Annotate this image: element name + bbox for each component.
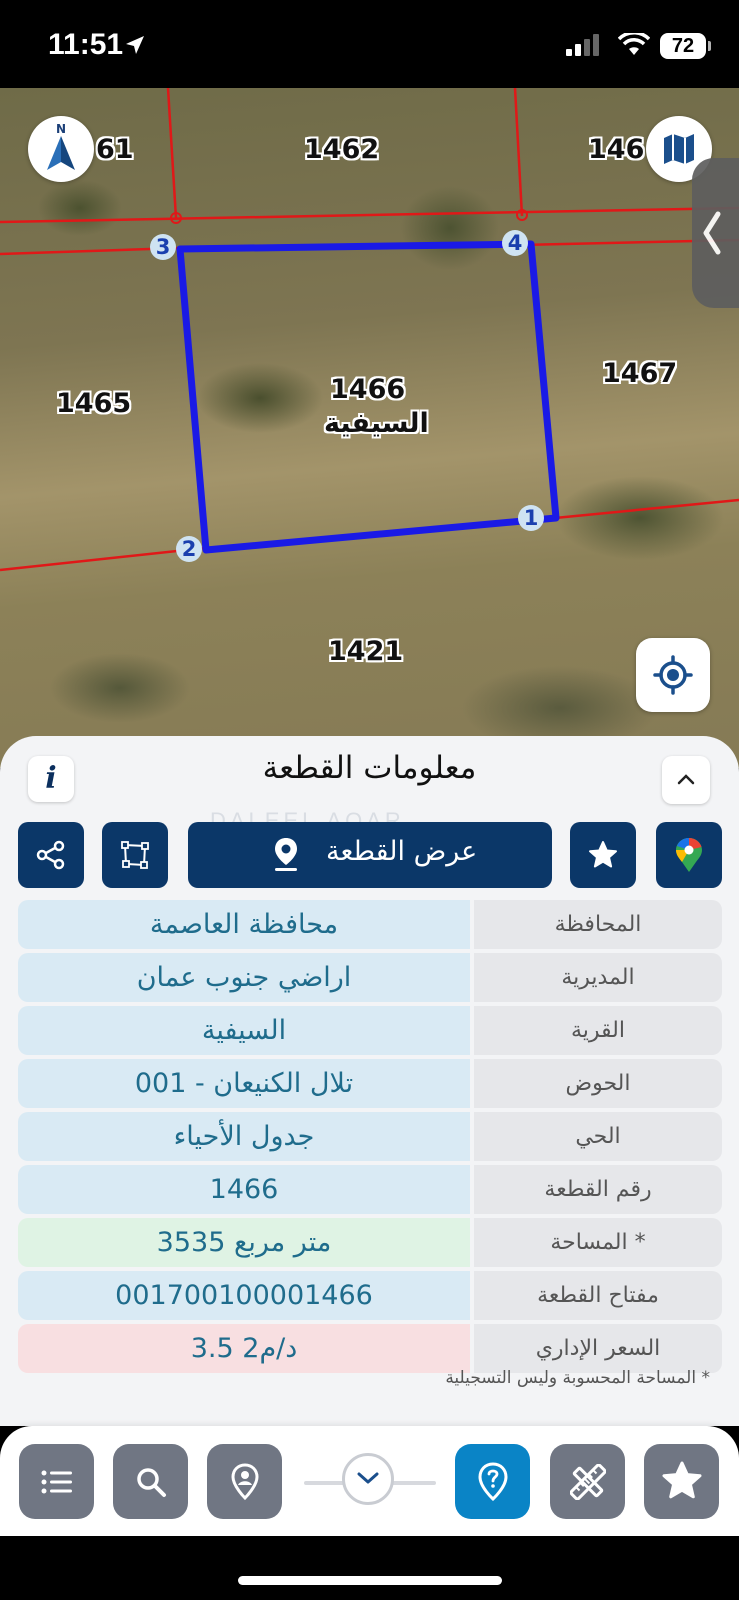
google-maps-button[interactable] [656,822,722,888]
sheet-title: معلومات القطعة [262,750,477,786]
collapse-sheet-button[interactable] [662,756,710,804]
row-value: 001700100001466 [18,1271,470,1320]
polygon-icon [121,841,149,869]
row-label: الحي [474,1112,722,1161]
map-view[interactable]: 61 1462 146 1465 1466 السيفية 1467 1421 … [0,88,739,768]
tab-parcel-info[interactable] [455,1444,530,1519]
chevron-left-icon [703,211,721,255]
chevron-down-icon [357,1472,379,1484]
parcel-label-village: السيفية [324,408,429,439]
tab-favorites[interactable] [644,1444,719,1519]
vertex-marker-4[interactable]: 4 [502,230,528,256]
parcel-label-1462: 1462 [304,134,380,165]
tab-measure[interactable] [550,1444,625,1519]
row-value: محافظة العاصمة [18,900,470,949]
row-label: السعر الإداري [474,1324,722,1373]
row-value: اراضي جنوب عمان [18,953,470,1002]
battery-tip [708,41,711,51]
table-row: جدول الأحياء الحي [18,1112,722,1161]
row-label: مفتاح القطعة [474,1271,722,1320]
parcel-info-table: محافظة العاصمة المحافظة اراضي جنوب عمان … [18,900,722,1377]
measure-icon [570,1464,606,1500]
show-parcel-button[interactable]: عرض القطعة [188,822,552,888]
star-icon [589,841,617,868]
status-time: 11:51 [48,28,124,61]
row-value: 3.5 د/م2 [18,1324,470,1373]
parcel-label-1421: 1421 [328,636,404,667]
table-row: 1466 رقم القطعة [18,1165,722,1214]
row-label: المساحة * [474,1218,722,1267]
row-value: جدول الأحياء [18,1112,470,1161]
polygon-button[interactable] [102,822,168,888]
side-drawer-tab[interactable] [692,158,739,308]
parcel-label-1463: 146 [588,134,645,165]
favorite-button[interactable] [570,822,636,888]
table-row: محافظة العاصمة المحافظة [18,900,722,949]
user-pin-icon [231,1463,259,1501]
row-label: المحافظة [474,900,722,949]
row-value: 1466 [18,1165,470,1214]
area-footnote: * المساحة المحسوبة وليس التسجيلية [445,1368,710,1388]
table-row: السيفية القرية [18,1006,722,1055]
row-label: رقم القطعة [474,1165,722,1214]
help-pin-icon [478,1462,508,1502]
row-label: المديرية [474,953,722,1002]
list-icon [41,1470,72,1494]
folded-map-icon [664,134,694,164]
parcel-label-1466: 1466 [330,374,406,405]
chevron-up-icon [677,774,695,785]
vertex-marker-2[interactable]: 2 [176,536,202,562]
status-bar: 11:51 72 [0,0,739,88]
tab-search[interactable] [113,1444,188,1519]
crosshair-icon [653,655,693,695]
location-arrow-icon [126,36,144,54]
table-row: 3.5 د/م2 السعر الإداري [18,1324,722,1373]
share-button[interactable] [18,822,84,888]
compass-north-label: N [55,122,67,136]
vertex-marker-1[interactable]: 1 [518,505,544,531]
show-parcel-label: عرض القطعة [326,836,478,867]
home-indicator[interactable] [238,1576,502,1585]
row-value: 3535 متر مربع [18,1218,470,1267]
parcel-info-sheet: i معلومات القطعة DALEEL AQAR عرض القطعة … [0,736,739,1426]
row-value: السيفية [18,1006,470,1055]
tab-my-location[interactable] [207,1444,282,1519]
row-value: تلال الكنيعان - 001 [18,1059,470,1108]
compass-button[interactable]: N [28,116,94,182]
system-bottom-bar [0,1536,739,1600]
parcel-label-1467: 1467 [602,358,678,389]
location-pin-icon [275,838,297,871]
row-label: القرية [474,1006,722,1055]
cellular-signal-icon [566,34,599,56]
star-icon [662,1461,702,1499]
vertex-marker-3[interactable]: 3 [150,234,176,260]
parcel-label-1465: 1465 [56,388,132,419]
table-row: 3535 متر مربع المساحة * [18,1218,722,1267]
sheet-toggle-knob[interactable] [342,1453,394,1505]
table-row: اراضي جنوب عمان المديرية [18,953,722,1002]
my-location-button[interactable] [636,638,710,712]
bottom-tab-bar [0,1426,739,1536]
north-arrow-icon [47,136,75,170]
row-label: الحوض [474,1059,722,1108]
battery-indicator: 72 [660,33,706,59]
table-row: تلال الكنيعان - 001 الحوض [18,1059,722,1108]
search-icon [137,1468,166,1497]
parcel-label-1461: 61 [96,134,134,165]
tab-list[interactable] [19,1444,94,1519]
google-maps-icon [676,838,702,872]
wifi-icon [618,33,650,55]
share-icon [36,840,65,870]
table-row: 001700100001466 مفتاح القطعة [18,1271,722,1320]
